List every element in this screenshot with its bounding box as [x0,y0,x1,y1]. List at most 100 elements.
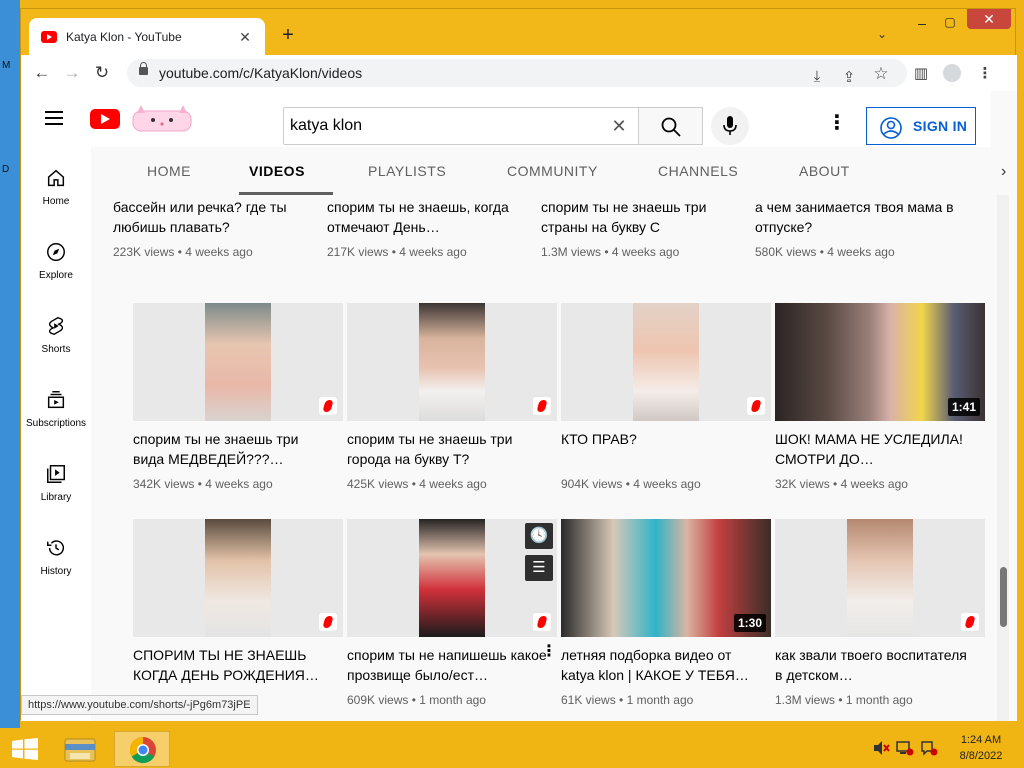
chrome-menu-icon[interactable]: ⋮ [975,64,995,82]
install-icon[interactable]: ⤓ [807,68,827,85]
video-title[interactable]: а чем занимается твоя мама в отпуске? [755,197,955,237]
share-icon[interactable]: ⇪ [839,68,859,86]
video-title[interactable]: спорим ты не знаешь, когда отмечают День… [327,197,527,237]
tab-about[interactable]: ABOUT [795,147,854,195]
shorts-badge-icon [961,613,979,631]
video-meta: 580K views • 4 weeks ago [755,245,895,259]
add-to-queue-icon[interactable]: ☰ [525,555,553,581]
video-card[interactable]: 1:41 ШОК! МАМА НЕ УСЛЕДИЛА! СМОТРИ ДО… 3… [775,303,985,491]
video-card[interactable]: спорим ты не знаешь, когда отмечают День… [327,195,537,259]
video-title[interactable]: летняя подборка видео от katya klon | КА… [561,645,761,685]
reload-button[interactable]: ↻ [87,63,117,83]
scrollbar-thumb[interactable] [1000,567,1007,627]
network-icon[interactable] [896,740,914,756]
video-title[interactable]: бассейн или речка? где ты любишь плавать… [113,197,313,237]
bookmark-star-icon[interactable]: ☆ [871,64,891,84]
profile-avatar[interactable] [943,64,961,82]
clear-search-icon[interactable]: ✕ [600,116,638,137]
folder-icon [64,738,96,762]
view-count: 1.3M views [541,245,602,259]
yt-masthead: katya klon ✕ ⋮ SIGN IN [21,91,991,147]
search-input[interactable]: katya klon ✕ [283,107,639,145]
tab-community[interactable]: COMMUNITY [503,147,602,195]
guide-item-explore[interactable]: Explore [21,241,91,281]
video-age: 4 weeks ago [840,477,908,491]
video-thumbnail[interactable]: 🕓 ☰ [347,519,557,637]
side-panel-icon[interactable]: ▥ [911,64,931,82]
video-thumbnail[interactable] [133,519,343,637]
tab-channels[interactable]: CHANNELS [654,147,742,195]
video-thumbnail[interactable] [133,303,343,421]
view-count: 580K views [755,245,817,259]
search-value[interactable]: katya klon [290,117,600,135]
tab-playlists[interactable]: PLAYLISTS [364,147,450,195]
chevron-right-icon[interactable]: › [1001,163,1006,181]
volume-muted-icon[interactable] [872,740,890,756]
video-thumbnail[interactable] [775,519,985,637]
settings-more-icon[interactable]: ⋮ [827,113,847,133]
video-age: 1 month ago [626,693,694,707]
video-thumbnail[interactable] [347,303,557,421]
video-card[interactable]: как звали твоего воспитателя в детском… … [775,519,985,707]
chrome-icon [129,736,156,764]
video-thumbnail[interactable]: 1:41 [775,303,985,421]
forward-button[interactable]: → [57,63,87,83]
guide-item-history[interactable]: History [21,537,91,577]
tab-close-icon[interactable]: ✕ [237,29,253,46]
close-window-button[interactable]: ✕ [967,9,1011,29]
address-bar[interactable]: youtube.com/c/KatyaKlon/videos ⤓ ⇪ ☆ [127,59,907,87]
video-title[interactable]: спорим ты не напишешь какое прозвище был… [347,645,547,685]
library-icon [47,465,65,483]
taskbar-clock[interactable]: 1:24 AM 8/8/2022 [948,732,1014,764]
new-tab-button[interactable]: + [277,24,299,46]
address-url[interactable]: youtube.com/c/KatyaKlon/videos [159,65,362,81]
guide-item-subscriptions[interactable]: Subscriptions [21,389,91,429]
video-card[interactable]: КТО ПРАВ? 904K views • 4 weeks ago [561,303,771,491]
video-card[interactable]: бассейн или речка? где ты любишь плавать… [113,195,323,259]
maximize-button[interactable]: ▢ [935,15,965,29]
action-center-icon[interactable] [920,740,938,756]
video-card[interactable]: спорим ты не знаешь три вида МЕДВЕДЕЙ???… [133,303,343,491]
minimize-button[interactable]: – [907,15,937,31]
tab-videos[interactable]: VIDEOS [239,147,333,195]
browser-tab[interactable]: Katya Klon - YouTube ✕ [29,18,265,56]
voice-search-button[interactable] [711,107,749,145]
video-title[interactable]: ШОК! МАМА НЕ УСЛЕДИЛА! СМОТРИ ДО… [775,429,975,469]
guide-item-home[interactable]: Home [21,167,91,207]
tab-home[interactable]: HOME [143,147,195,195]
video-card[interactable]: 🕓 ☰ ⋮ спорим ты не напишешь какое прозви… [347,519,557,707]
tab-search-icon[interactable]: ⌄ [877,27,887,41]
history-icon [47,540,65,556]
video-title[interactable]: КТО ПРАВ? [561,429,761,469]
page-scrollbar[interactable] [997,195,1009,721]
video-card[interactable]: спорим ты не знаешь три страны на букву … [541,195,751,259]
windows-start-icon[interactable] [12,738,38,760]
guide-item-shorts[interactable]: Shorts [21,315,91,355]
video-title[interactable]: спорим ты не знаешь три страны на букву … [541,197,741,237]
video-title[interactable]: спорим ты не знаешь три города на букву … [347,429,547,469]
view-count: 61K views [561,693,616,707]
file-explorer-button[interactable] [52,731,108,767]
guide-item-library[interactable]: Library [21,463,91,503]
sign-in-button[interactable]: SIGN IN [866,107,976,145]
guide-menu-icon[interactable] [45,111,63,125]
video-title[interactable]: спорим ты не знаешь три вида МЕДВЕДЕЙ???… [133,429,333,469]
chrome-taskbar-button[interactable] [114,731,170,767]
video-title[interactable]: как звали твоего воспитателя в детском… [775,645,975,685]
logo-doodle-icon[interactable] [131,105,193,135]
video-card[interactable]: 1:30 летняя подборка видео от katya klon… [561,519,771,707]
back-button[interactable]: ← [27,63,57,83]
search-button[interactable] [639,107,703,145]
video-card[interactable]: спорим ты не знаешь три города на букву … [347,303,557,491]
video-menu-icon[interactable]: ⋮ [541,641,557,661]
video-card[interactable]: а чем занимается твоя мама в отпуске? 58… [755,195,965,259]
youtube-logo[interactable] [90,109,120,129]
youtube-favicon-icon [41,31,57,43]
video-card[interactable]: СПОРИМ ТЫ НЕ ЗНАЕШЬ КОГДА ДЕНЬ РОЖДЕНИЯ… [133,519,343,685]
video-age: 4 weeks ago [205,477,273,491]
video-title[interactable]: СПОРИМ ТЫ НЕ ЗНАЕШЬ КОГДА ДЕНЬ РОЖДЕНИЯ… [133,645,333,685]
video-thumbnail[interactable] [561,303,771,421]
watch-later-icon[interactable]: 🕓 [525,523,553,549]
view-count: 609K views [347,693,409,707]
video-thumbnail[interactable]: 1:30 [561,519,771,637]
